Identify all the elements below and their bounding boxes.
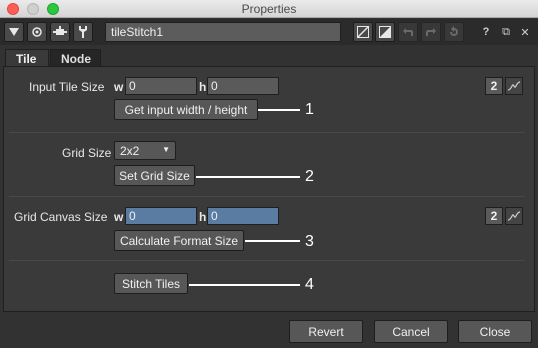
callout-line-3 [245, 240, 300, 242]
hide-controls-icon[interactable] [375, 22, 395, 42]
node-color-icon[interactable] [50, 22, 70, 42]
tile-panel [3, 66, 535, 312]
input-tile-size-label: Input Tile Size [29, 80, 105, 94]
tab-node[interactable]: Node [50, 49, 101, 67]
grid-canvas-w-label: w [114, 210, 124, 224]
section-divider [9, 132, 525, 133]
grid-size-value: 2x2 [120, 144, 140, 158]
grid-canvas-split-count[interactable]: 2 [485, 207, 503, 225]
grid-canvas-height-field[interactable]: 0 [207, 207, 279, 225]
grid-canvas-size-label: Grid Canvas Size [14, 210, 108, 224]
dropdown-arrow-icon: ▼ [162, 145, 170, 154]
window-title: Properties [241, 2, 297, 16]
center-node-icon[interactable] [27, 22, 47, 42]
callout-line-2 [196, 176, 300, 178]
callout-number-1: 1 [305, 101, 314, 118]
grid-size-dropdown[interactable]: 2x2 ▼ [114, 141, 176, 160]
input-tile-split-count[interactable]: 2 [485, 77, 503, 95]
callout-line-1 [258, 109, 300, 111]
float-panel-icon[interactable]: ⧉ [496, 22, 516, 42]
toolbar: tileStitch1 ? ⧉ ✕ [0, 19, 538, 45]
revert-icon[interactable] [444, 22, 464, 42]
animation-curve-icon[interactable] [505, 207, 523, 225]
undo-icon[interactable] [398, 22, 418, 42]
animation-curve-icon[interactable] [505, 77, 523, 95]
callout-number-2: 2 [305, 168, 314, 185]
callout-line-4 [189, 284, 300, 286]
input-tile-w-label: w [114, 80, 124, 94]
help-icon[interactable]: ? [476, 22, 496, 42]
stitch-tiles-button[interactable]: Stitch Tiles [114, 273, 188, 294]
get-input-size-button[interactable]: Get input width / height [114, 99, 258, 120]
close-button[interactable]: Close [458, 320, 532, 343]
title-bar: Properties [0, 0, 538, 18]
section-divider [9, 260, 525, 261]
callout-number-4: 4 [305, 276, 314, 293]
grid-canvas-width-field[interactable]: 0 [125, 207, 197, 225]
node-name-field[interactable]: tileStitch1 [105, 22, 341, 42]
hide-inputs-icon[interactable] [353, 22, 373, 42]
calculate-format-size-button[interactable]: Calculate Format Size [114, 230, 244, 251]
set-grid-size-button[interactable]: Set Grid Size [114, 165, 195, 186]
close-panel-icon[interactable]: ✕ [515, 22, 535, 42]
section-divider [9, 196, 525, 197]
redo-icon[interactable] [421, 22, 441, 42]
input-tile-h-label: h [199, 80, 207, 94]
cancel-button[interactable]: Cancel [374, 320, 448, 343]
callout-number-3: 3 [305, 233, 314, 250]
settings-wrench-icon[interactable] [73, 22, 93, 42]
revert-button[interactable]: Revert [289, 320, 363, 343]
grid-canvas-h-label: h [199, 210, 207, 224]
collapse-triangle-icon[interactable] [4, 22, 24, 42]
input-tile-height-field[interactable]: 0 [207, 77, 279, 95]
grid-size-label: Grid Size [62, 146, 112, 160]
dialog-footer: Revert Cancel Close [0, 312, 538, 348]
input-tile-width-field[interactable]: 0 [125, 77, 197, 95]
tab-tile[interactable]: Tile [5, 49, 49, 67]
